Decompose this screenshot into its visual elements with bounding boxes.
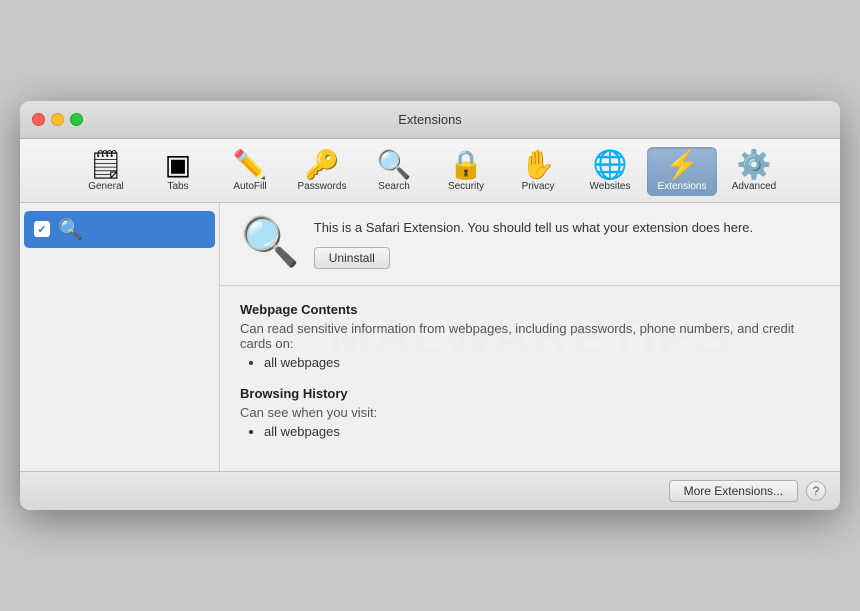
permission-browsing-history: Browsing History Can see when you visit:… xyxy=(240,386,820,439)
passwords-icon: 🔑 xyxy=(305,151,340,179)
sidebar: ✓ 🔍 xyxy=(20,203,220,471)
toolbar-item-label-security: Security xyxy=(448,181,484,192)
browsing-history-title: Browsing History xyxy=(240,386,820,401)
toolbar-item-websites[interactable]: 🌐 Websites xyxy=(575,147,645,196)
toolbar: 🗒 General ▣ Tabs ✏️ AutoFill 🔑 Passwords… xyxy=(20,139,840,203)
permissions-panel: Webpage Contents Can read sensitive info… xyxy=(220,286,840,471)
autofill-icon: ✏️ xyxy=(233,151,268,179)
toolbar-item-label-extensions: Extensions xyxy=(658,181,707,192)
help-button[interactable]: ? xyxy=(806,481,826,501)
sidebar-item-ext1[interactable]: ✓ 🔍 xyxy=(24,211,215,248)
toolbar-item-security[interactable]: 🔒 Security xyxy=(431,147,501,196)
minimize-button[interactable] xyxy=(51,113,64,126)
toolbar-item-label-passwords: Passwords xyxy=(298,181,347,192)
bottom-bar: More Extensions... ? xyxy=(20,471,840,510)
safari-preferences-window: Extensions 🗒 General ▣ Tabs ✏️ AutoFill … xyxy=(20,101,840,510)
uninstall-button[interactable]: Uninstall xyxy=(314,247,390,269)
webpage-contents-item: all webpages xyxy=(264,355,820,370)
toolbar-item-advanced[interactable]: ⚙️ Advanced xyxy=(719,147,789,196)
checkmark-icon: ✓ xyxy=(37,223,46,236)
security-icon: 🔒 xyxy=(449,151,484,179)
webpage-contents-desc: Can read sensitive information from webp… xyxy=(240,321,820,351)
more-extensions-button[interactable]: More Extensions... xyxy=(669,480,798,502)
extension-detail: 🔍 This is a Safari Extension. You should… xyxy=(220,203,840,286)
toolbar-item-label-general: General xyxy=(88,181,124,192)
privacy-icon: ✋ xyxy=(521,151,556,179)
browsing-history-list: all webpages xyxy=(240,424,820,439)
titlebar: Extensions xyxy=(20,101,840,139)
permission-webpage-contents: Webpage Contents Can read sensitive info… xyxy=(240,302,820,370)
maximize-button[interactable] xyxy=(70,113,83,126)
search-icon: 🔍 xyxy=(377,151,412,179)
close-button[interactable] xyxy=(32,113,45,126)
toolbar-icons: 🗒 General ▣ Tabs ✏️ AutoFill 🔑 Passwords… xyxy=(71,147,789,196)
general-icon: 🗒 xyxy=(88,151,124,179)
browsing-history-desc: Can see when you visit: xyxy=(240,405,820,420)
traffic-lights xyxy=(32,113,83,126)
websites-icon: 🌐 xyxy=(593,151,628,179)
toolbar-item-label-tabs: Tabs xyxy=(167,181,188,192)
main-panel: MALWARETIPS 🔍 This is a Safari Extension… xyxy=(220,203,840,471)
tabs-icon: ▣ xyxy=(165,151,191,179)
toolbar-item-label-websites: Websites xyxy=(590,181,631,192)
advanced-icon: ⚙️ xyxy=(737,151,772,179)
extension-checkbox[interactable]: ✓ xyxy=(34,221,50,237)
extension-info: This is a Safari Extension. You should t… xyxy=(314,219,820,269)
ext-search-icon: 🔍 xyxy=(58,217,83,242)
toolbar-item-search[interactable]: 🔍 Search xyxy=(359,147,429,196)
toolbar-item-label-search: Search xyxy=(378,181,410,192)
content-area: ✓ 🔍 MALWARETIPS 🔍 This is a Safari Exten… xyxy=(20,203,840,471)
toolbar-item-general[interactable]: 🗒 General xyxy=(71,147,141,196)
toolbar-item-autofill[interactable]: ✏️ AutoFill xyxy=(215,147,285,196)
toolbar-item-passwords[interactable]: 🔑 Passwords xyxy=(287,147,357,196)
browsing-history-item: all webpages xyxy=(264,424,820,439)
extensions-icon: ⚡ xyxy=(665,151,700,179)
webpage-contents-title: Webpage Contents xyxy=(240,302,820,317)
extension-description: This is a Safari Extension. You should t… xyxy=(314,219,820,237)
toolbar-item-label-advanced: Advanced xyxy=(732,181,776,192)
toolbar-item-privacy[interactable]: ✋ Privacy xyxy=(503,147,573,196)
toolbar-item-tabs[interactable]: ▣ Tabs xyxy=(143,147,213,196)
webpage-contents-list: all webpages xyxy=(240,355,820,370)
window-title: Extensions xyxy=(398,112,462,127)
toolbar-item-label-autofill: AutoFill xyxy=(233,181,266,192)
toolbar-item-extensions[interactable]: ⚡ Extensions xyxy=(647,147,717,196)
extension-big-icon: 🔍 xyxy=(240,219,300,267)
toolbar-item-label-privacy: Privacy xyxy=(522,181,555,192)
